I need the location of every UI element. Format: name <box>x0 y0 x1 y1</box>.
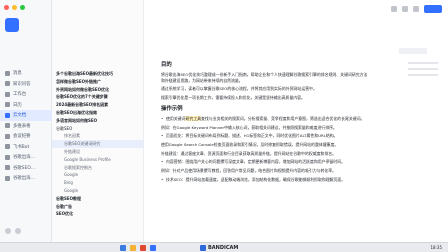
sidebar-item[interactable]: 消息 <box>0 68 52 79</box>
bot-icon <box>5 144 10 150</box>
chat-icon <box>5 154 10 160</box>
tree-item[interactable]: 谷歌SEO出海优化指南 <box>52 109 143 117</box>
paragraph: 例如：针对产品使用场景撰写教程，回答用户常见问题，结合图片和视频提升内容的吸引力… <box>161 168 337 174</box>
tree-item-selected[interactable]: 谷歌SEO关键词研究 <box>52 140 143 148</box>
paragraph: 将谷歌出海SEO优化技巧整理成一份新手入门指南，帮助企业和个人快速理解谷歌搜索引… <box>161 72 368 83</box>
tree-item[interactable]: 谷歌广告 <box>52 203 143 211</box>
maximize-window-icon[interactable] <box>20 5 25 10</box>
docs-icon <box>5 112 10 118</box>
more-icon[interactable] <box>413 6 419 12</box>
help-icon[interactable] <box>15 228 21 234</box>
tree-item[interactable]: Google <box>52 187 143 195</box>
paragraph: 通过系统学习，读者可以掌握谷歌SEO的核心流程，并将其应用到实际的外贸网站运营中… <box>161 86 317 92</box>
sidebar-nav: 消息 知识问答 工作台 日历 云文档 多维表格 会议纪要 飞书Bot 谷歌出海…… <box>0 68 52 184</box>
chat-icon <box>5 165 10 171</box>
tree-item[interactable]: 外贸网站如何做谷歌SEO优化 <box>52 86 143 94</box>
doc-tree: 多个谷歌出海SEO最新优化技巧 怎样做谷歌SEO外链推广 外贸网站如何做谷歌SE… <box>52 0 144 242</box>
tree-item[interactable]: Google <box>52 171 143 179</box>
tree-item[interactable]: 排名因素 <box>52 132 143 140</box>
minimize-window-icon[interactable] <box>12 5 17 10</box>
doc-content[interactable]: 目的 将谷歌出海SEO优化技巧整理成一份新手入门指南，帮助企业和个人快速理解谷歌… <box>161 58 371 185</box>
comment-icon[interactable] <box>402 6 408 12</box>
table-icon <box>5 123 10 129</box>
bullet-item: • 页面优化：将目标关键词布局到标题、描述、H1标签和正文中，同时优化图片ALT… <box>161 133 338 139</box>
question-icon <box>5 81 10 87</box>
sidebar-item[interactable]: 飞书Bot <box>0 142 52 153</box>
highlighted-text: 研究工具 <box>185 115 202 121</box>
meeting-icon <box>5 133 10 139</box>
search-icon[interactable] <box>391 6 397 12</box>
sidebar-item[interactable]: 知识问答 <box>0 79 52 90</box>
tree-item[interactable]: 谷歌SEO教程 <box>52 195 143 203</box>
outline-line <box>408 62 438 64</box>
bandicam-watermark: BANDICAM <box>200 244 238 252</box>
paragraph: 例如：在Google Keyword Planner中输入核心词，获取相关词建议… <box>161 124 337 130</box>
tree-item[interactable]: 2024最新谷歌SEO排名因素 <box>52 101 143 109</box>
close-window-icon[interactable] <box>4 5 9 10</box>
window-controls <box>4 5 25 10</box>
workspace-icon <box>5 91 10 97</box>
tree-item[interactable]: 谷歌SEO <box>52 125 143 133</box>
paragraph: 使用Google Search Console检查页面收录和索引情况，及时修复抓… <box>161 141 339 147</box>
document-view: 目的 将谷歌出海SEO优化技巧整理成一份新手入门指南，帮助企业和个人快速理解谷歌… <box>144 0 448 242</box>
start-icon[interactable] <box>120 244 126 251</box>
heading: 目的 <box>161 62 172 68</box>
chat-icon <box>5 175 10 181</box>
sidebar-item[interactable]: 会议纪要 <box>0 131 52 142</box>
bullet-item: • 内容营销：围绕用户关心的问题撰写深度文章，定期更新博客内容，增加网站的活跃度… <box>161 159 345 165</box>
clock: 18:35 <box>430 245 442 250</box>
share-button[interactable] <box>424 5 442 13</box>
folder-icon[interactable] <box>130 244 136 251</box>
taskbar-icons <box>120 244 156 251</box>
bandicam-icon <box>200 245 206 251</box>
tree-item[interactable]: 谷歌搜索控制台 <box>52 164 143 172</box>
paragraph: 外链建设：通过客座文章、资源页面和行业目录获取高质量外链，提升网站在谷歌中的权威… <box>161 150 337 156</box>
tree-item[interactable]: 外链建设 <box>52 148 143 156</box>
sidebar-item[interactable]: 多维表格 <box>0 121 52 132</box>
tree-item[interactable]: Google Business Profile <box>52 156 143 164</box>
browser-icon[interactable] <box>140 244 146 251</box>
bullet-item: • 使用关键词研究工具查找与业务相关的搜索词，分析搜索量、竞争程度和用户意图，筛… <box>161 115 365 121</box>
outline-line <box>408 68 438 70</box>
sidebar-item[interactable]: 日历 <box>0 100 52 111</box>
bullet-item: • 技术SEO：提升网站加载速度，适配移动端浏览，添加结构化数据，确保谷歌能够顺… <box>161 176 346 182</box>
tree-item[interactable]: 多个谷歌出海SEO最新优化技巧 <box>52 70 143 78</box>
tree-item[interactable]: Bing <box>52 179 143 187</box>
paragraph: 搜索引擎优化是一项长期工作，需要持续投入和优化，关键是坚持输出高质量内容。 <box>161 95 305 101</box>
tree-item[interactable]: SEO优化 <box>52 210 143 218</box>
sidebar-footer <box>5 228 21 234</box>
app-sidebar: 消息 知识问答 工作台 日历 云文档 多维表格 会议纪要 飞书Bot 谷歌出海…… <box>0 0 52 242</box>
heading: 操作示例 <box>161 105 183 112</box>
sidebar-item[interactable]: 谷歌出海… <box>0 173 52 184</box>
lark-icon[interactable] <box>150 244 156 251</box>
app-logo-icon <box>5 18 19 32</box>
outline-line <box>408 74 438 76</box>
tree-item[interactable]: 怎样做谷歌SEO外链推广 <box>52 78 143 86</box>
tree-item[interactable]: 谷歌SEO优化的7个关键步骤 <box>52 93 143 101</box>
watermark <box>399 48 427 54</box>
taskbar: BANDICAM 18:35 <box>0 242 448 252</box>
tree-item[interactable]: 多语言网站如何做SEO <box>52 117 143 125</box>
calendar-icon <box>5 102 10 108</box>
doc-outline <box>408 62 438 80</box>
sidebar-item-docs[interactable]: 云文档 <box>0 110 52 121</box>
sidebar-item[interactable]: 谷歌出海… <box>0 152 52 163</box>
sidebar-item[interactable]: 工作台 <box>0 89 52 100</box>
doc-toolbar <box>391 5 442 13</box>
settings-icon[interactable] <box>5 228 11 234</box>
sidebar-item[interactable]: 谷歌SEO… <box>0 163 52 174</box>
message-icon <box>5 70 10 76</box>
